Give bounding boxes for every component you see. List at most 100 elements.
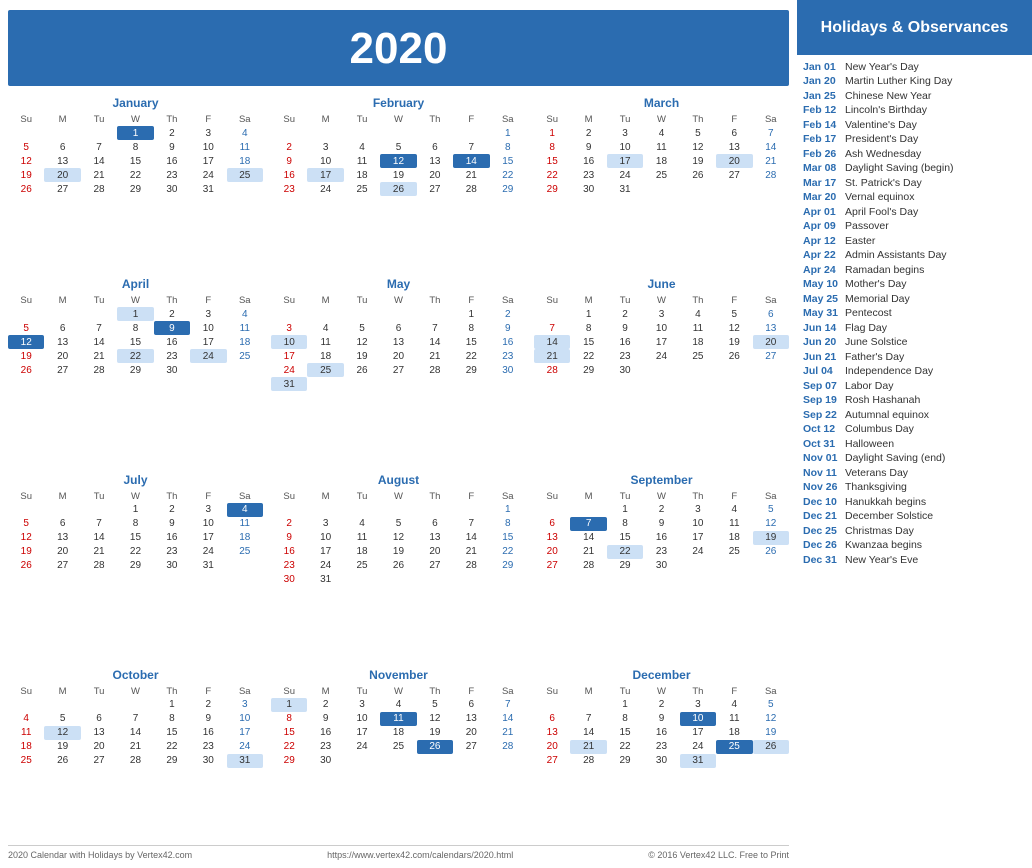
cal-day [643, 182, 679, 196]
cal-table-april: SuMTuWThFSa12345678910111213141516171819… [8, 294, 263, 377]
cal-day: 23 [271, 559, 307, 573]
footer-left: 2020 Calendar with Holidays by Vertex42.… [8, 850, 192, 860]
holiday-name: Rosh Hashanah [845, 394, 920, 406]
day-header-f: F [716, 685, 752, 698]
day-header-m: M [307, 490, 343, 503]
holiday-date: Oct 12 [803, 423, 845, 435]
cal-day: 5 [44, 712, 80, 726]
cal-day: 15 [453, 335, 489, 349]
holiday-item: Apr 12Easter [803, 235, 1024, 247]
cal-day: 18 [643, 154, 679, 168]
cal-day: 31 [190, 559, 226, 573]
cal-day: 8 [490, 517, 526, 531]
cal-day: 20 [417, 168, 453, 182]
cal-day: 24 [190, 545, 226, 559]
day-header-f: F [453, 685, 489, 698]
cal-day: 10 [307, 154, 343, 168]
cal-day [271, 126, 307, 140]
cal-day: 30 [154, 182, 190, 196]
day-header-th: Th [417, 490, 453, 503]
cal-day: 3 [190, 126, 226, 140]
day-header-tu: Tu [607, 685, 643, 698]
day-header-su: Su [271, 685, 307, 698]
day-header-w: W [380, 113, 416, 126]
footer-bar: 2020 Calendar with Holidays by Vertex42.… [8, 845, 789, 862]
month-block-march: MarchSuMTuWThFSa123456789101112131415161… [534, 96, 789, 267]
cal-day: 3 [643, 307, 679, 321]
holiday-date: Dec 10 [803, 496, 845, 508]
month-name-june: June [534, 277, 789, 291]
day-header-w: W [117, 490, 153, 503]
cal-day: 22 [570, 349, 606, 363]
holiday-name: Admin Assistants Day [845, 249, 947, 261]
cal-day: 20 [44, 545, 80, 559]
cal-day: 6 [380, 321, 416, 335]
cal-day: 15 [117, 154, 153, 168]
cal-day: 28 [453, 182, 489, 196]
cal-day: 29 [154, 754, 190, 768]
cal-day: 13 [44, 335, 80, 349]
cal-day: 28 [81, 182, 117, 196]
cal-day [570, 503, 606, 517]
cal-day: 20 [44, 168, 80, 182]
cal-day: 18 [716, 531, 752, 545]
cal-day: 11 [716, 517, 752, 531]
cal-day: 28 [417, 363, 453, 377]
cal-day: 18 [716, 726, 752, 740]
cal-day: 12 [753, 517, 789, 531]
cal-day: 5 [380, 517, 416, 531]
cal-day [227, 559, 263, 573]
cal-day [534, 503, 570, 517]
day-header-sa: Sa [227, 490, 263, 503]
cal-day [716, 182, 752, 196]
cal-day: 15 [117, 531, 153, 545]
cal-day: 21 [417, 349, 453, 363]
cal-day: 27 [44, 182, 80, 196]
cal-day: 9 [307, 712, 343, 726]
cal-day [81, 503, 117, 517]
holiday-item: Sep 07Labor Day [803, 380, 1024, 392]
holiday-item: Mar 20Vernal equinox [803, 191, 1024, 203]
holiday-date: Oct 31 [803, 438, 845, 450]
day-header-sa: Sa [227, 294, 263, 307]
cal-day: 24 [680, 740, 716, 754]
holiday-date: Jun 21 [803, 351, 845, 363]
cal-day: 16 [190, 726, 226, 740]
cal-day: 7 [81, 140, 117, 154]
month-name-july: July [8, 473, 263, 487]
cal-day: 24 [227, 740, 263, 754]
day-header-f: F [716, 113, 752, 126]
cal-day: 1 [607, 503, 643, 517]
cal-day: 5 [344, 321, 380, 335]
cal-day [307, 503, 343, 517]
day-header-sa: Sa [753, 685, 789, 698]
day-header-sa: Sa [753, 294, 789, 307]
cal-day: 25 [716, 545, 752, 559]
holiday-item: Jan 20Martin Luther King Day [803, 75, 1024, 87]
cal-day: 24 [643, 349, 679, 363]
holiday-item: Feb 17President's Day [803, 133, 1024, 145]
cal-day: 6 [44, 321, 80, 335]
cal-day: 11 [643, 140, 679, 154]
cal-day [344, 754, 380, 768]
cal-day [227, 182, 263, 196]
cal-day: 21 [753, 154, 789, 168]
holiday-name: Christmas Day [845, 525, 914, 537]
cal-day: 10 [190, 321, 226, 335]
cal-day: 29 [490, 182, 526, 196]
cal-day: 21 [453, 545, 489, 559]
cal-day: 4 [307, 321, 343, 335]
cal-day: 23 [607, 349, 643, 363]
cal-day [453, 754, 489, 768]
cal-day: 27 [534, 754, 570, 768]
cal-day: 31 [307, 573, 343, 587]
cal-day: 13 [753, 321, 789, 335]
cal-day: 12 [8, 154, 44, 168]
cal-day: 13 [417, 531, 453, 545]
holiday-date: Dec 26 [803, 539, 845, 551]
cal-day: 30 [307, 754, 343, 768]
holiday-name: Pentecost [845, 307, 892, 319]
month-block-january: JanuarySuMTuWThFSa1234567891011121314151… [8, 96, 263, 267]
holiday-name: Halloween [845, 438, 894, 450]
cal-day: 13 [716, 140, 752, 154]
